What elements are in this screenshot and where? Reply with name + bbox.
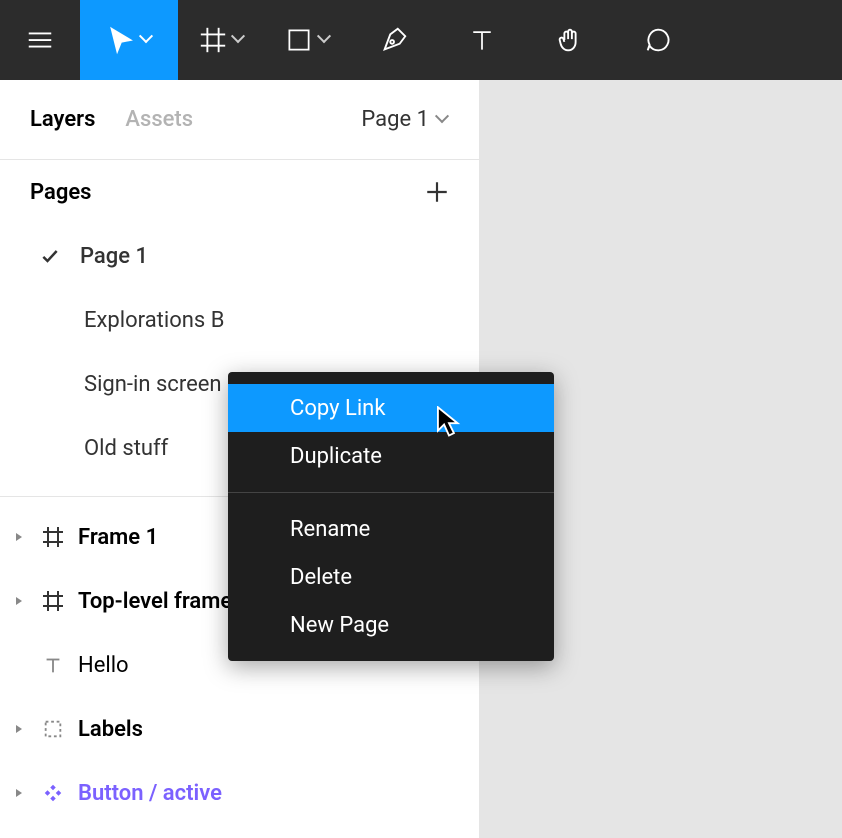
frame-icon — [197, 24, 229, 56]
chevron-down-icon — [437, 114, 449, 126]
hand-icon — [554, 24, 586, 56]
pen-tool-button[interactable] — [350, 0, 438, 80]
ctx-rename[interactable]: Rename — [228, 505, 554, 553]
layer-label: Hello — [78, 653, 129, 678]
pen-icon — [378, 24, 410, 56]
frame-icon — [38, 586, 68, 616]
context-menu: Copy Link Duplicate Rename Delete New Pa… — [228, 372, 554, 661]
page-switcher[interactable]: Page 1 — [361, 107, 449, 132]
layer-label: Labels — [78, 717, 143, 742]
tab-assets[interactable]: Assets — [125, 107, 193, 132]
component-icon — [38, 778, 68, 808]
tab-layers[interactable]: Layers — [30, 107, 95, 132]
comment-tool-button[interactable] — [614, 0, 702, 80]
cursor-icon — [105, 24, 137, 56]
current-page-label: Page 1 — [361, 107, 429, 132]
ctx-divider — [228, 492, 554, 493]
comment-icon — [642, 24, 674, 56]
check-icon — [40, 246, 80, 266]
expand-triangle-icon[interactable] — [10, 528, 28, 546]
expand-triangle-icon[interactable] — [10, 784, 28, 802]
shape-tool-button[interactable] — [264, 0, 350, 80]
pages-header: Pages — [0, 160, 479, 224]
ctx-copy-link[interactable]: Copy Link — [228, 384, 554, 432]
add-page-button[interactable] — [423, 178, 451, 206]
ctx-new-page[interactable]: New Page — [228, 601, 554, 649]
menu-icon — [24, 24, 56, 56]
rectangle-icon — [283, 24, 315, 56]
page-item[interactable]: Page 1 — [0, 224, 479, 288]
chevron-down-icon — [319, 34, 331, 46]
text-tool-button[interactable] — [438, 0, 526, 80]
expand-triangle-icon[interactable] — [10, 592, 28, 610]
chevron-down-icon — [141, 34, 153, 46]
text-icon — [38, 650, 68, 680]
group-icon — [38, 714, 68, 744]
layer-label: Top-level frame — [78, 589, 232, 614]
frame-icon — [38, 522, 68, 552]
main-menu-button[interactable] — [0, 0, 80, 80]
panel-tabs: Layers Assets Page 1 — [0, 80, 479, 160]
move-tool-button[interactable] — [80, 0, 178, 80]
page-item-label: Page 1 — [80, 244, 148, 269]
chevron-down-icon — [233, 34, 245, 46]
ctx-duplicate[interactable]: Duplicate — [228, 432, 554, 480]
ctx-delete[interactable]: Delete — [228, 553, 554, 601]
page-item-label: Sign-in screen — [84, 372, 222, 397]
page-item-label: Explorations B — [84, 308, 224, 333]
page-item-label: Old stuff — [84, 436, 168, 461]
layer-label: Button / active — [78, 781, 222, 806]
layer-row-component[interactable]: Button / active — [0, 761, 479, 825]
toolbar — [0, 0, 842, 80]
hand-tool-button[interactable] — [526, 0, 614, 80]
frame-tool-button[interactable] — [178, 0, 264, 80]
expand-triangle-icon[interactable] — [10, 720, 28, 738]
page-item[interactable]: Explorations B — [0, 288, 479, 352]
layer-row-group[interactable]: Labels — [0, 697, 479, 761]
pages-title: Pages — [30, 180, 91, 205]
layer-label: Frame 1 — [78, 525, 158, 550]
text-icon — [466, 24, 498, 56]
